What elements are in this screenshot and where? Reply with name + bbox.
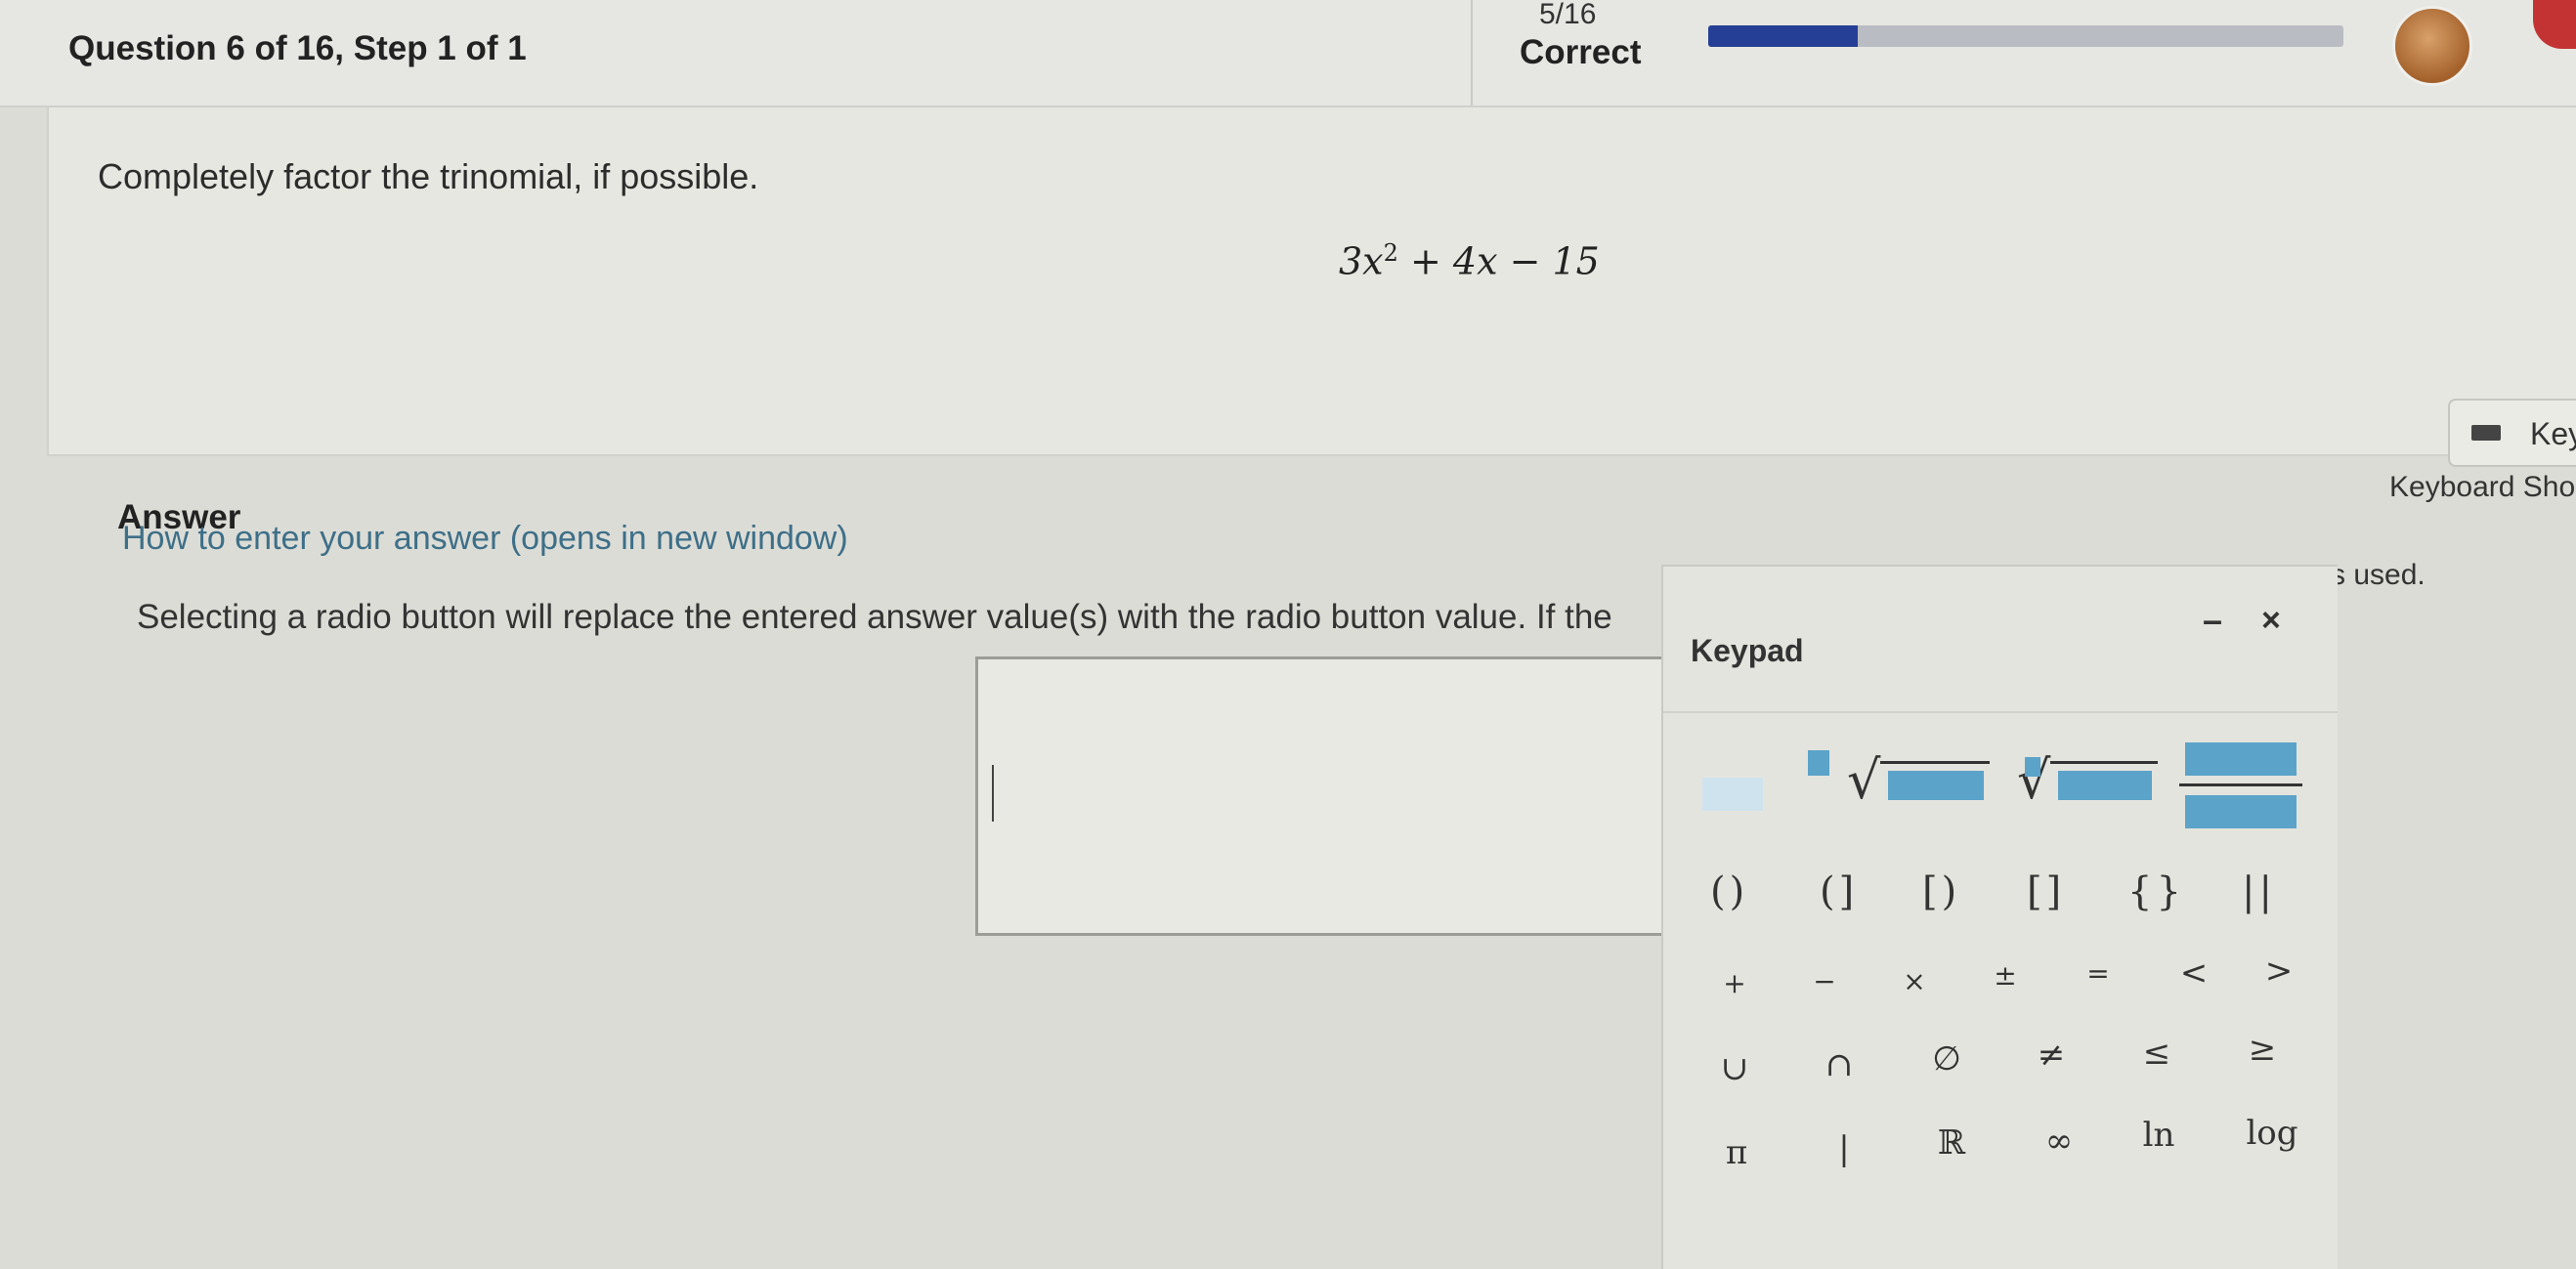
status-correct: Correct — [1520, 33, 1642, 71]
greater-equal-key[interactable]: ≥ — [2228, 1030, 2297, 1069]
expr-exponent: 2 — [1383, 239, 1398, 267]
user-avatar[interactable] — [2392, 6, 2472, 86]
progress-fill — [1708, 25, 1858, 47]
less-than-key[interactable]: < — [2160, 953, 2228, 993]
keypad-panel: Keypad – × √ √ () (] [) [] {} | | + − × ±… — [1661, 565, 2338, 1269]
keypad-divider — [1663, 711, 2338, 713]
superscript-base-box — [1702, 778, 1763, 811]
keyboard-icon — [2471, 425, 2501, 441]
times-key[interactable]: × — [1880, 965, 1949, 997]
absolute-value-key[interactable]: | | — [2242, 869, 2272, 917]
keyboard-shortcuts-link[interactable]: Keyboard Sho — [2389, 471, 2575, 504]
curly-brace-key[interactable]: {} — [2127, 869, 2181, 917]
log-key[interactable]: log — [2228, 1114, 2316, 1153]
radio-note-tail: s used. — [2331, 559, 2426, 591]
answer-input[interactable] — [975, 656, 1724, 936]
text-cursor — [992, 765, 994, 822]
paren-open-closed-key[interactable]: (] — [1820, 869, 1854, 917]
plus-minus-key[interactable]: ± — [1971, 959, 2039, 992]
plus-key[interactable]: + — [1700, 967, 1769, 999]
real-numbers-key[interactable]: ℝ — [1917, 1123, 1986, 1163]
expr-lead: 3x — [1339, 239, 1384, 283]
trinomial-expression: 3x2 + 4x − 15 — [1339, 239, 1600, 283]
nth-radicand-box — [2058, 771, 2152, 800]
union-key[interactable]: ∪ — [1700, 1049, 1769, 1088]
how-to-enter-link[interactable]: How to enter your answer (opens in new w… — [122, 520, 848, 558]
fraction-bar — [2179, 783, 2302, 786]
expr-rest: + 4x − 15 — [1409, 239, 1600, 283]
less-equal-key[interactable]: ≤ — [2123, 1034, 2191, 1073]
radicand-box — [1888, 771, 1984, 800]
pi-key[interactable]: π — [1702, 1133, 1771, 1172]
denominator-box — [2185, 795, 2297, 828]
score-count: 5/16 — [1539, 0, 1597, 30]
square-bracket-key[interactable]: [] — [2027, 869, 2061, 917]
menu-corner[interactable] — [2533, 0, 2576, 49]
empty-set-key[interactable]: ∅ — [1912, 1039, 1981, 1079]
minus-key[interactable]: − — [1790, 965, 1859, 997]
nth-radical-bar — [2050, 761, 2158, 764]
keypad-title: Keypad — [1691, 633, 1804, 668]
keypad-minimize-button[interactable]: – — [2203, 600, 2222, 641]
question-prompt: Completely factor the trinomial, if poss… — [98, 156, 759, 196]
ln-key[interactable]: ln — [2125, 1116, 2193, 1155]
not-equal-key[interactable]: ≠ — [2017, 1036, 2085, 1075]
intersection-key[interactable]: ∩ — [1805, 1045, 1873, 1084]
equals-key[interactable]: = — [2064, 957, 2132, 990]
question-title: Question 6 of 16, Step 1 of 1 — [68, 29, 527, 67]
numerator-box — [2185, 742, 2297, 776]
radical-bar — [1880, 761, 1990, 764]
paren-open-open-key[interactable]: () — [1710, 869, 1744, 917]
greater-than-key[interactable]: > — [2245, 952, 2313, 991]
keyboard-toggle-label: Key — [2530, 416, 2576, 451]
keypad-close-button[interactable]: × — [2261, 602, 2281, 640]
radio-note: Selecting a radio button will replace th… — [137, 598, 1612, 636]
infinity-key[interactable]: ∞ — [2025, 1121, 2093, 1161]
fraction-key[interactable] — [2177, 725, 2304, 832]
such-that-key[interactable]: | — [1810, 1129, 1878, 1168]
superscript-exponent-box — [1808, 750, 1829, 776]
root-index-box — [2025, 757, 2040, 777]
header-bar: Question 6 of 16, Step 1 of 1 5/16 Corre… — [0, 0, 2576, 107]
paren-closed-open-key[interactable]: [) — [1922, 869, 1956, 917]
header-divider — [1471, 0, 1473, 106]
superscript-key[interactable] — [1702, 750, 1839, 819]
nth-root-key[interactable]: √ — [2015, 747, 2171, 825]
square-root-key[interactable]: √ — [1847, 747, 2003, 825]
radical-icon: √ — [1847, 749, 1881, 811]
progress-bar — [1708, 25, 2343, 47]
keyboard-toggle-button[interactable]: Key — [2448, 399, 2576, 467]
